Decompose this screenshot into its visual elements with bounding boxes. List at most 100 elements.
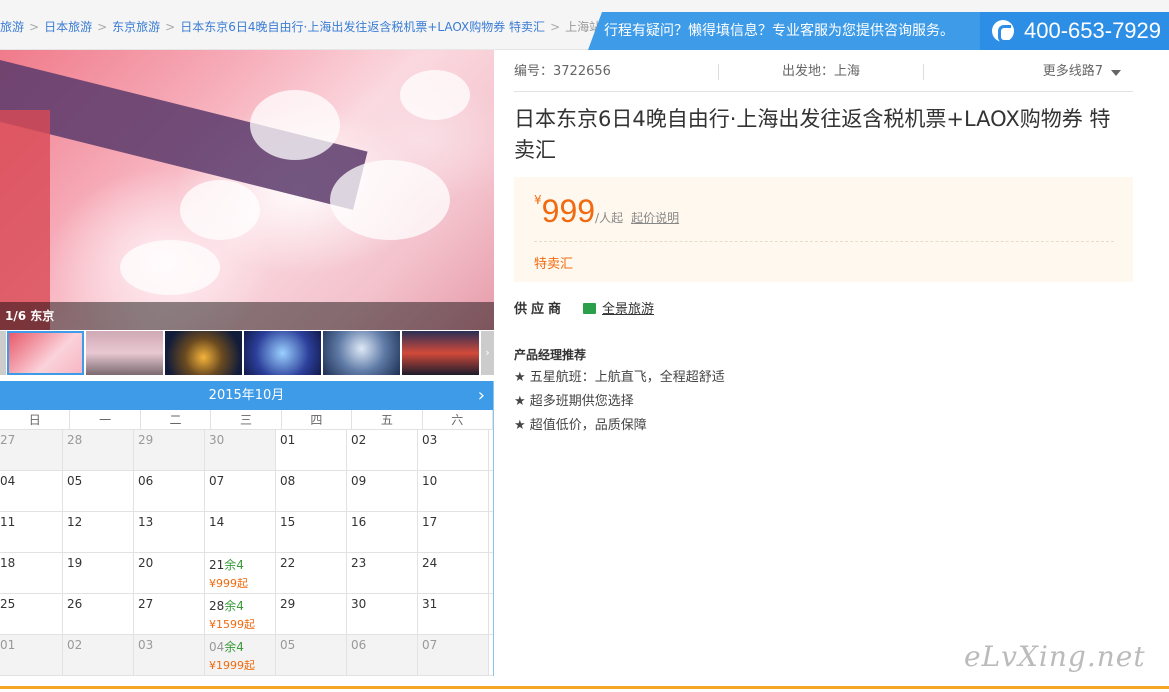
day-number: 01 bbox=[280, 433, 296, 447]
breadcrumb-link-tokyo[interactable]: 东京旅游 bbox=[112, 20, 160, 34]
day-number: 04 bbox=[0, 474, 16, 488]
calendar-day: 03 bbox=[418, 430, 489, 470]
calendar-day: 30 bbox=[205, 430, 276, 470]
weekday-label: 四 bbox=[282, 410, 353, 429]
calendar-day: 30 bbox=[347, 594, 418, 634]
calendar-day: 14 bbox=[205, 512, 276, 552]
day-number: 26 bbox=[67, 597, 83, 611]
supplier-link[interactable]: 全景旅游 bbox=[602, 302, 654, 317]
breadcrumb-link-product[interactable]: 日本东京6日4晚自由行·上海出发往返含税机票+LAOX购物券 特卖汇 bbox=[180, 20, 545, 34]
thumb-next-button[interactable]: › bbox=[481, 331, 494, 375]
breadcrumb: 旅游 > 日本旅游 > 东京旅游 > 日本东京6日4晚自由行·上海出发往返含税机票+LAOX… bbox=[0, 18, 601, 35]
day-number: 27 bbox=[0, 433, 16, 447]
day-number: 11 bbox=[0, 515, 16, 529]
breadcrumb-separator: > bbox=[97, 20, 108, 34]
thumbnail[interactable] bbox=[7, 331, 84, 375]
calendar-day: 06 bbox=[347, 635, 418, 675]
calendar-day: 18 bbox=[0, 553, 63, 593]
price-explain-link[interactable]: 起价说明 bbox=[631, 211, 679, 225]
calendar-day: 27 bbox=[0, 430, 63, 470]
day-number: 27 bbox=[138, 597, 154, 611]
supplier-label: 供应商 bbox=[514, 302, 566, 317]
promo-tag: 特卖汇 bbox=[534, 257, 574, 272]
main-photo[interactable] bbox=[0, 50, 494, 330]
weekday-label: 日 bbox=[0, 410, 71, 429]
day-number: 30 bbox=[351, 597, 367, 611]
day-number: 29 bbox=[138, 433, 154, 447]
seats-remaining: 余4 bbox=[224, 558, 244, 572]
calendar-day: 02 bbox=[63, 635, 134, 675]
breadcrumb-separator: > bbox=[29, 20, 40, 34]
day-number: 28 bbox=[67, 433, 83, 447]
thumbnail[interactable] bbox=[323, 331, 400, 375]
day-number: 10 bbox=[422, 474, 438, 488]
divider bbox=[923, 64, 924, 80]
calendar-day-available[interactable]: 04余4 ¥1999起 bbox=[205, 635, 276, 675]
blossom bbox=[180, 180, 260, 240]
calendar-day-available[interactable]: 28余4 ¥1599起 bbox=[205, 594, 276, 634]
calendar-day: 15 bbox=[276, 512, 347, 552]
calendar-day: 24 bbox=[418, 553, 489, 593]
day-price: ¥999起 bbox=[209, 577, 248, 590]
calendar-day: 17 bbox=[418, 512, 489, 552]
day-number: 05 bbox=[280, 638, 296, 652]
day-number: 25 bbox=[0, 597, 16, 611]
blossom bbox=[330, 160, 450, 240]
calendar-day: 03 bbox=[134, 635, 205, 675]
day-number: 14 bbox=[209, 515, 225, 529]
day-number: 29 bbox=[280, 597, 296, 611]
price-value: 999 bbox=[541, 193, 596, 229]
blossom bbox=[400, 70, 470, 120]
calendar-week-row: 04 05 06 07 08 09 10 bbox=[0, 471, 493, 512]
day-number: 05 bbox=[67, 474, 83, 488]
day-number: 17 bbox=[422, 515, 438, 529]
day-number: 24 bbox=[422, 556, 438, 570]
calendar-day: 27 bbox=[134, 594, 205, 634]
calendar-month: 2015年10月 bbox=[208, 388, 285, 403]
calendar-day-available[interactable]: 21余4 ¥999起 bbox=[205, 553, 276, 593]
calendar-week-row: 27 28 29 30 01 02 03 bbox=[0, 430, 493, 471]
supplier-row: 供应商 全景旅游 bbox=[514, 298, 654, 317]
day-number: 04 bbox=[209, 640, 225, 654]
weekday-label: 二 bbox=[141, 410, 212, 429]
help-banner[interactable]: 行程有疑问？懒得填信息？专业客服为您提供咨询服务。 bbox=[588, 12, 980, 50]
calendar-day: 22 bbox=[276, 553, 347, 593]
calendar-header: 2015年10月 › bbox=[0, 381, 493, 410]
product-code: 编号：3722656 bbox=[514, 64, 611, 79]
chevron-down-icon[interactable] bbox=[1111, 70, 1121, 76]
weekday-label: 三 bbox=[211, 410, 282, 429]
breadcrumb-link-japan[interactable]: 日本旅游 bbox=[44, 20, 92, 34]
day-number: 03 bbox=[138, 638, 154, 652]
torii-pillar bbox=[0, 110, 50, 330]
calendar-week-row: 11 12 13 14 15 16 17 bbox=[0, 512, 493, 553]
photo-caption: 1/6 东京 bbox=[0, 302, 494, 330]
thumb-prev-button[interactable] bbox=[0, 331, 6, 375]
thumbnail[interactable] bbox=[165, 331, 242, 375]
next-month-icon[interactable]: › bbox=[478, 381, 485, 410]
thumbnail[interactable] bbox=[86, 331, 163, 375]
day-number: 08 bbox=[280, 474, 296, 488]
day-number: 13 bbox=[138, 515, 154, 529]
calendar-day: 19 bbox=[63, 553, 134, 593]
calendar-day: 11 bbox=[0, 512, 63, 552]
weekday-label: 五 bbox=[352, 410, 423, 429]
calendar-day: 01 bbox=[276, 430, 347, 470]
thumbnail[interactable] bbox=[402, 331, 479, 375]
watermark: eLvXing.net bbox=[964, 640, 1146, 673]
thumbnail[interactable] bbox=[244, 331, 321, 375]
day-price: ¥1599起 bbox=[209, 618, 255, 631]
calendar-day: 28 bbox=[63, 430, 134, 470]
day-number: 21 bbox=[209, 558, 225, 572]
calendar-week-row: 25 26 27 28余4 ¥1599起 29 30 31 bbox=[0, 594, 493, 635]
weekday-label: 六 bbox=[423, 410, 493, 429]
calendar-day: 08 bbox=[276, 471, 347, 511]
breadcrumb-link-travel[interactable]: 旅游 bbox=[0, 20, 24, 34]
more-routes-dropdown[interactable]: 更多线路7 bbox=[1043, 50, 1103, 94]
seats-remaining: 余4 bbox=[224, 599, 244, 613]
phone-icon bbox=[992, 20, 1014, 43]
calendar-day: 13 bbox=[134, 512, 205, 552]
weekday-label: 一 bbox=[70, 410, 141, 429]
calendar-day: 31 bbox=[418, 594, 489, 634]
calendar-day: 29 bbox=[276, 594, 347, 634]
hotline[interactable]: 400-653-7929 bbox=[980, 12, 1169, 50]
